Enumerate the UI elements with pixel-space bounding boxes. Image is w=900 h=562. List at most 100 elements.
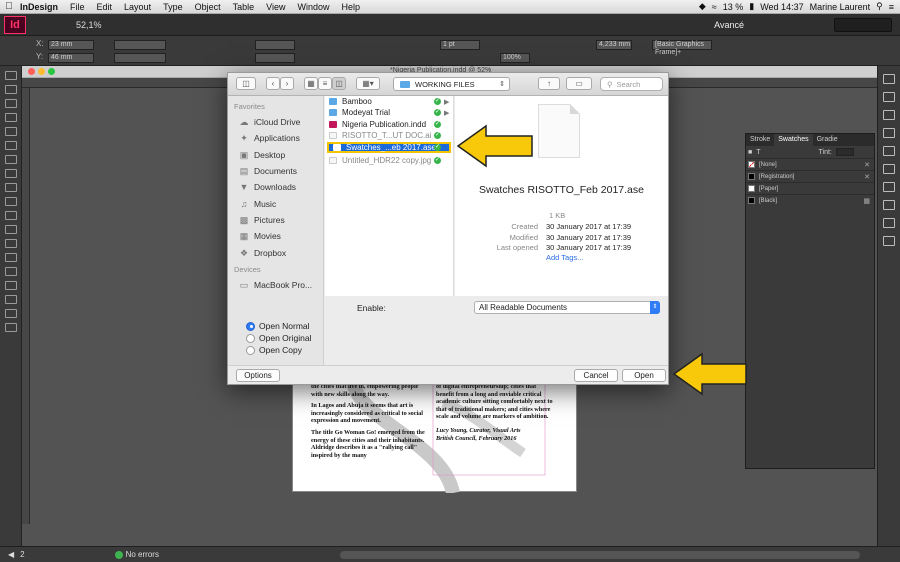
- text-wrap-panel-icon[interactable]: [883, 200, 895, 210]
- formatting-text-icon[interactable]: T: [756, 149, 760, 156]
- sidebar-item-icloud[interactable]: ☁ iCloud Drive: [228, 114, 323, 130]
- selection-tool-icon[interactable]: [5, 71, 17, 80]
- sidebar-item-downloads[interactable]: ▼ Downloads: [228, 179, 323, 195]
- open-button[interactable]: Open: [622, 369, 666, 382]
- hand-tool-icon[interactable]: [5, 281, 17, 290]
- gradient-tool-icon[interactable]: [5, 239, 17, 248]
- open-normal-radio[interactable]: Open Normal: [246, 321, 310, 331]
- icon-view-icon[interactable]: ▦: [304, 77, 318, 90]
- add-tags-link[interactable]: Add Tags...: [546, 253, 583, 262]
- menu-app[interactable]: InDesign: [14, 2, 64, 12]
- page-number[interactable]: 2: [20, 550, 24, 559]
- close-window-icon[interactable]: [28, 68, 35, 75]
- first-page-icon[interactable]: ◀: [8, 550, 14, 559]
- preflight-status[interactable]: No errors: [126, 550, 159, 559]
- color-panel-icon[interactable]: [883, 164, 895, 174]
- sidebar-item-desktop[interactable]: ▣ Desktop: [228, 147, 323, 163]
- free-transform-tool-icon[interactable]: [5, 225, 17, 234]
- menu-edit[interactable]: Edit: [91, 2, 119, 12]
- screen-mode-icon[interactable]: [5, 323, 17, 332]
- stroke-panel-icon[interactable]: [883, 128, 895, 138]
- enable-select[interactable]: All Readable Documents ⇕: [474, 301, 660, 314]
- note-tool-icon[interactable]: [5, 253, 17, 262]
- links-panel-icon[interactable]: [883, 110, 895, 120]
- menu-window[interactable]: Window: [291, 2, 335, 12]
- scale-x-field[interactable]: [255, 40, 295, 50]
- menu-file[interactable]: File: [64, 2, 91, 12]
- gap-tool-icon[interactable]: [5, 113, 17, 122]
- menu-table[interactable]: Table: [227, 2, 261, 12]
- character-panel-icon[interactable]: [883, 236, 895, 246]
- opacity-field[interactable]: 100%: [500, 53, 530, 63]
- list-view-icon[interactable]: ≡: [318, 77, 332, 90]
- swatch-row[interactable]: [Black] ▦: [746, 194, 874, 206]
- menu-layout[interactable]: Layout: [118, 2, 157, 12]
- fill-stroke-icon[interactable]: [5, 309, 17, 318]
- stroke-weight-field[interactable]: 1 pt: [440, 40, 480, 50]
- clock[interactable]: Wed 14:37: [760, 2, 803, 12]
- list-item[interactable]: Modeyat Trial ✓ ▶: [325, 107, 453, 118]
- wifi-icon[interactable]: ≈: [712, 2, 717, 12]
- zoom-window-icon[interactable]: [48, 68, 55, 75]
- pencil-tool-icon[interactable]: [5, 169, 17, 178]
- type-tool-icon[interactable]: [5, 127, 17, 136]
- effects-panel-icon[interactable]: [883, 182, 895, 192]
- back-button[interactable]: ‹: [266, 77, 280, 90]
- dropbox-status-icon[interactable]: ◆: [699, 1, 706, 12]
- battery-icon[interactable]: ▮: [749, 1, 754, 12]
- menu-view[interactable]: View: [260, 2, 291, 12]
- y-field[interactable]: 46 mm: [48, 53, 94, 63]
- swatch-row[interactable]: [None] ✕: [746, 158, 874, 170]
- w-field[interactable]: [114, 40, 166, 50]
- options-button[interactable]: Options: [236, 369, 280, 382]
- user-name[interactable]: Marine Laurent: [810, 2, 871, 12]
- list-item[interactable]: Bamboo ✓ ▶: [325, 96, 453, 107]
- rectangle-frame-tool-icon[interactable]: [5, 183, 17, 192]
- list-item[interactable]: RISOTTO_T...UT DOC.ai ✓: [325, 130, 453, 141]
- fill-stroke-swap-icon[interactable]: ■: [748, 149, 752, 156]
- scissors-tool-icon[interactable]: [5, 211, 17, 220]
- document-page[interactable]: the cities that live in, empowering peop…: [292, 382, 577, 493]
- tab-gradient[interactable]: Gradie: [813, 134, 842, 146]
- object-style-field[interactable]: [Basic Graphics Frame]+: [652, 40, 712, 56]
- tint-field[interactable]: [835, 148, 854, 156]
- minimize-window-icon[interactable]: [38, 68, 45, 75]
- horizontal-scrollbar[interactable]: [340, 550, 860, 559]
- layers-panel-icon[interactable]: [883, 92, 895, 102]
- swatch-row[interactable]: [Registration] ✕: [746, 170, 874, 182]
- sidebar-toggle-icon[interactable]: ◫: [236, 77, 256, 90]
- pen-tool-icon[interactable]: [5, 155, 17, 164]
- list-item[interactable]: Untitled_HDR22 copy.jpg ✓: [325, 154, 453, 165]
- sidebar-item-macbook[interactable]: ▭ MacBook Pro...: [228, 277, 323, 293]
- open-copy-radio[interactable]: Open Copy: [246, 345, 302, 355]
- sidebar-item-applications[interactable]: ✦ Applications: [228, 130, 323, 146]
- h-field[interactable]: [114, 53, 166, 63]
- stroke-width-field[interactable]: 4,233 mm: [596, 40, 632, 50]
- list-item-selected[interactable]: Swatches_...eb 2017.ase ✓: [327, 142, 451, 154]
- forward-button[interactable]: ›: [280, 77, 294, 90]
- x-field[interactable]: 23 mm: [48, 40, 94, 50]
- sidebar-item-pictures[interactable]: ▩ Pictures: [228, 212, 323, 228]
- zoom-level[interactable]: 52,1%: [76, 20, 102, 30]
- open-original-radio[interactable]: Open Original: [246, 333, 311, 343]
- share-icon[interactable]: ↑: [538, 77, 560, 90]
- swatches-panel-icon[interactable]: [883, 146, 895, 156]
- workspace-switcher[interactable]: Avancé: [714, 20, 744, 30]
- arrange-menu-icon[interactable]: ▦▾: [356, 77, 380, 90]
- scale-y-field[interactable]: [255, 53, 295, 63]
- line-tool-icon[interactable]: [5, 141, 17, 150]
- notifications-icon[interactable]: ≡: [889, 2, 894, 12]
- direct-selection-tool-icon[interactable]: [5, 85, 17, 94]
- menu-type[interactable]: Type: [157, 2, 189, 12]
- help-search-field[interactable]: [834, 17, 892, 32]
- zoom-tool-icon[interactable]: [5, 295, 17, 304]
- apple-icon[interactable]: : [0, 1, 14, 12]
- sidebar-item-dropbox[interactable]: ❖ Dropbox: [228, 244, 323, 260]
- spotlight-icon[interactable]: ⚲: [876, 1, 883, 12]
- sidebar-item-movies[interactable]: ▦ Movies: [228, 228, 323, 244]
- tab-stroke[interactable]: Stroke: [746, 134, 774, 146]
- search-input[interactable]: ⚲ Search: [600, 77, 663, 91]
- menu-help[interactable]: Help: [336, 2, 367, 12]
- menu-object[interactable]: Object: [189, 2, 227, 12]
- sidebar-item-music[interactable]: ♫ Music: [228, 195, 323, 211]
